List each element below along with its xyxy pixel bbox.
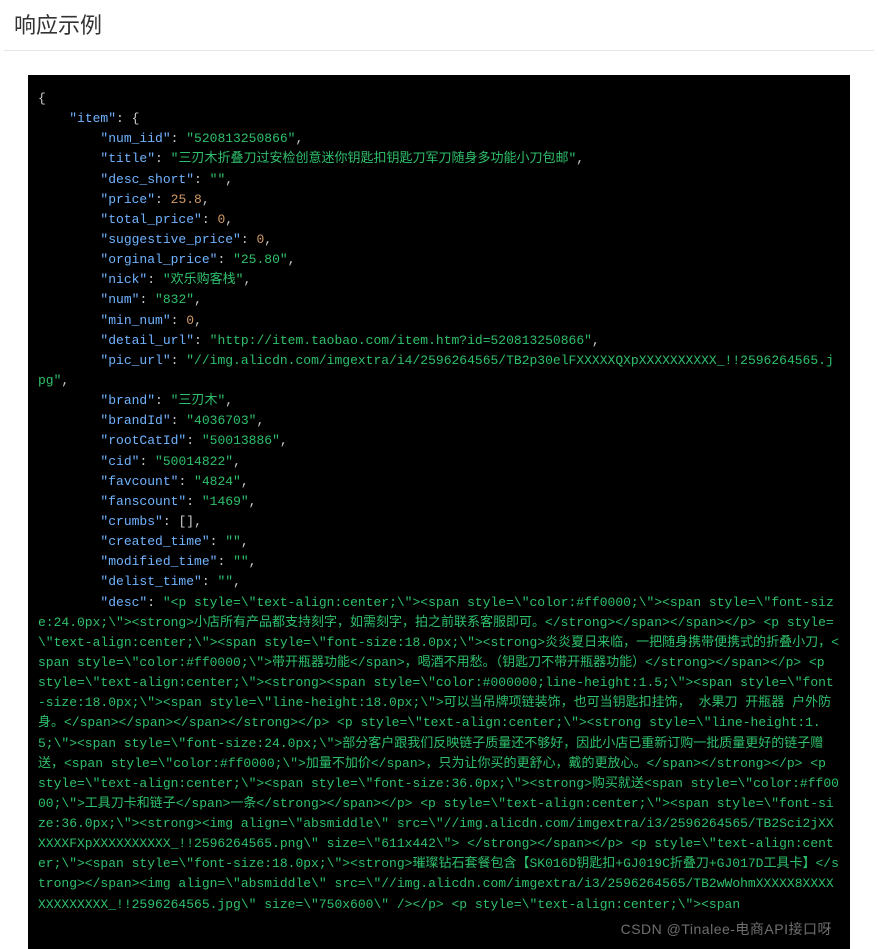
brace-open: { <box>38 91 46 106</box>
watermark-text: CSDN @Tinalee-电商API接口呀 <box>621 919 832 941</box>
section-heading: 响应示例 <box>4 0 874 51</box>
json-val-desc: "<p style=\"text-align:center;\"><span s… <box>38 595 839 912</box>
json-key-desc: "desc" <box>100 595 147 610</box>
json-key-item: "item" <box>69 111 116 126</box>
code-block: { "item": { "num_iid": "520813250866", "… <box>28 75 850 949</box>
